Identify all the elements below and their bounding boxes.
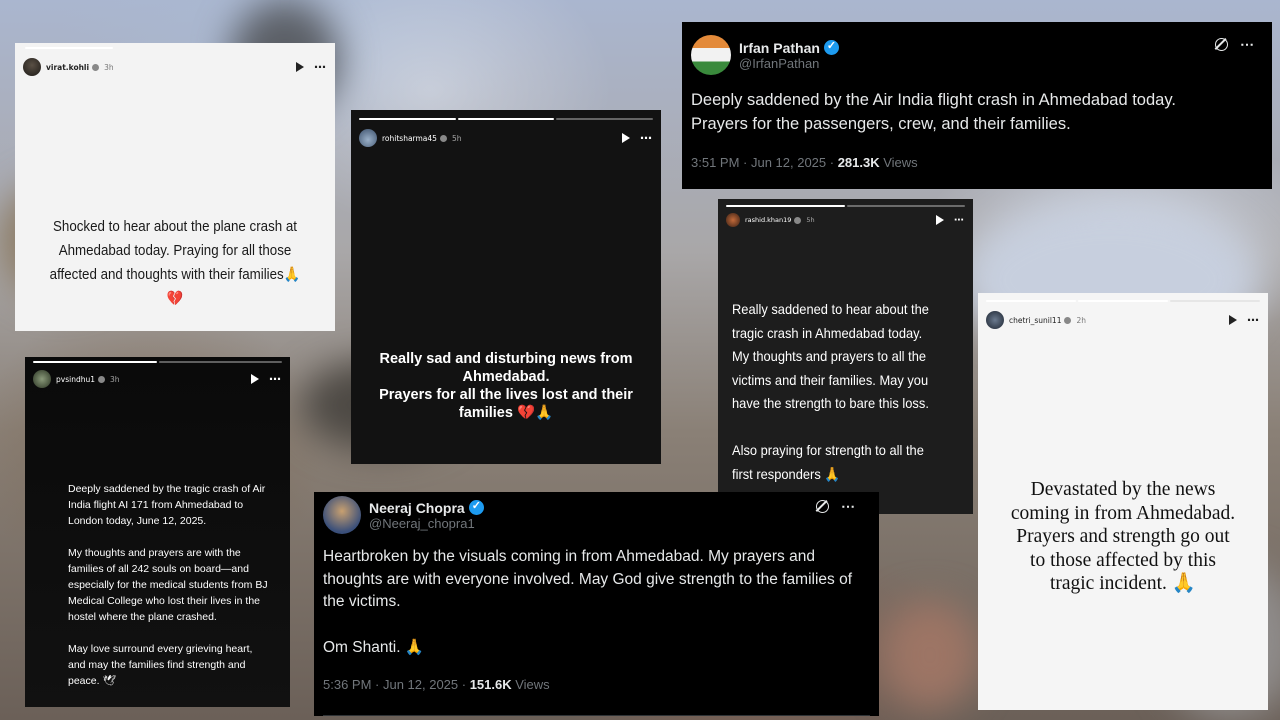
verified-badge-icon [823, 39, 839, 55]
grok-icon[interactable] [816, 500, 829, 513]
tweet-card-neeraj-chopra: Neeraj Chopra @Neeraj_chopra1 ⋯ Heartbro… [314, 492, 879, 716]
tweet-text: Heartbroken by the visuals coming in fro… [323, 548, 853, 656]
tweet-author-name[interactable]: Neeraj Chopra [369, 500, 465, 516]
story-card-virat-kohli: virat.kohli 3h ⋯ Shocked to hear about t… [15, 43, 335, 331]
story-card-sunil-chhetri: chetri_sunil11 2h ⋯ Devastated by the ne… [978, 293, 1268, 710]
avatar[interactable] [33, 370, 51, 388]
story-card-rohit-sharma: rohitsharma45 5h ⋯ Really sad and distur… [351, 110, 661, 464]
avatar[interactable] [726, 213, 740, 227]
tweet-handle[interactable]: @IrfanPathan [739, 56, 839, 71]
tweet-timestamp[interactable]: 3:51 PM · Jun 12, 2025 · [691, 155, 838, 170]
view-count: 281.3K [837, 155, 880, 170]
grok-icon[interactable] [1215, 38, 1228, 51]
story-progress-bar [33, 361, 282, 363]
story-text: Shocked to hear about the plane crash at… [48, 215, 302, 311]
story-timestamp: 5h [451, 133, 462, 143]
play-icon[interactable] [251, 374, 259, 384]
play-icon[interactable] [296, 62, 304, 72]
more-icon[interactable]: ⋯ [954, 215, 965, 226]
story-username[interactable]: pvsindhu1 [56, 375, 95, 384]
more-icon[interactable]: ⋯ [1240, 36, 1254, 53]
story-header: virat.kohli 3h ⋯ [23, 58, 327, 76]
avatar[interactable] [23, 58, 41, 76]
more-icon[interactable]: ⋯ [640, 131, 653, 145]
story-text: Devastated by the news coming in from Ah… [1010, 479, 1236, 594]
verified-badge-icon [97, 375, 105, 383]
story-timestamp: 3h [109, 374, 120, 384]
views-label: Views [879, 155, 918, 170]
more-icon[interactable]: ⋯ [841, 498, 855, 515]
tweet-metadata: 5:36 PM · Jun 12, 2025 · 151.6K Views [323, 677, 550, 692]
tweet-actions: ⋯ [816, 498, 855, 515]
story-timestamp: 2h [1076, 315, 1087, 325]
avatar[interactable] [359, 129, 377, 147]
tweet-actions: ⋯ [1215, 36, 1254, 53]
story-card-pv-sindhu: pvsindhu1 3h ⋯ Deeply saddened by the tr… [25, 357, 290, 707]
view-count: 151.6K [469, 677, 512, 692]
story-username[interactable]: virat.kohli [46, 63, 89, 72]
story-timestamp: 3h [104, 62, 114, 72]
story-timestamp: 5h [806, 216, 815, 224]
story-text: Deeply saddened by the tragic crash of A… [68, 483, 268, 687]
story-progress-bar [726, 205, 965, 207]
tweet-header: Irfan Pathan @IrfanPathan [691, 35, 839, 75]
tweet-author-name[interactable]: Irfan Pathan [739, 40, 820, 56]
play-icon[interactable] [622, 133, 630, 143]
avatar[interactable] [323, 496, 361, 534]
verified-badge-icon [92, 63, 100, 71]
more-icon[interactable]: ⋯ [314, 60, 327, 74]
story-text: Really saddened to hear about the tragic… [732, 301, 929, 482]
more-icon[interactable]: ⋯ [269, 372, 282, 386]
story-header: rohitsharma45 5h ⋯ [359, 129, 653, 147]
tweet-handle[interactable]: @Neeraj_chopra1 [369, 516, 484, 531]
broken-heart-emoji: 💔 [166, 291, 184, 307]
views-label: Views [511, 677, 550, 692]
story-progress-bar [359, 118, 654, 120]
verified-badge-icon [1064, 316, 1072, 324]
avatar[interactable] [986, 311, 1004, 329]
story-message: Shocked to hear about the plane crash at… [49, 219, 301, 283]
more-icon[interactable]: ⋯ [1247, 313, 1260, 327]
story-text: Really sad and disturbing news from Ahme… [379, 351, 633, 421]
story-card-rashid-khan: rashid.khan19 5h ⋯ Really saddened to he… [718, 199, 973, 514]
story-progress-bar [986, 300, 1260, 302]
story-progress-bar [25, 47, 113, 49]
verified-badge-icon [439, 134, 447, 142]
verified-badge-icon [468, 499, 484, 515]
story-header: chetri_sunil11 2h ⋯ [986, 311, 1260, 329]
story-header: rashid.khan19 5h ⋯ [726, 213, 965, 227]
tweet-card-irfan-pathan: Irfan Pathan @IrfanPathan ⋯ Deeply sadde… [682, 22, 1272, 189]
tweet-metadata: 3:51 PM · Jun 12, 2025 · 281.3K Views [691, 155, 918, 170]
verified-badge-icon [794, 216, 802, 224]
avatar[interactable] [691, 35, 731, 75]
divider [323, 715, 870, 716]
tweet-text: Deeply saddened by the Air India flight … [691, 91, 1176, 133]
story-username[interactable]: chetri_sunil11 [1009, 316, 1061, 325]
story-header: pvsindhu1 3h ⋯ [33, 370, 282, 388]
story-username[interactable]: rohitsharma45 [382, 134, 437, 143]
tweet-timestamp[interactable]: 5:36 PM · Jun 12, 2025 · [323, 677, 470, 692]
story-username[interactable]: rashid.khan19 [745, 216, 791, 224]
play-icon[interactable] [936, 215, 944, 225]
tweet-header: Neeraj Chopra @Neeraj_chopra1 [323, 496, 484, 534]
play-icon[interactable] [1229, 315, 1237, 325]
